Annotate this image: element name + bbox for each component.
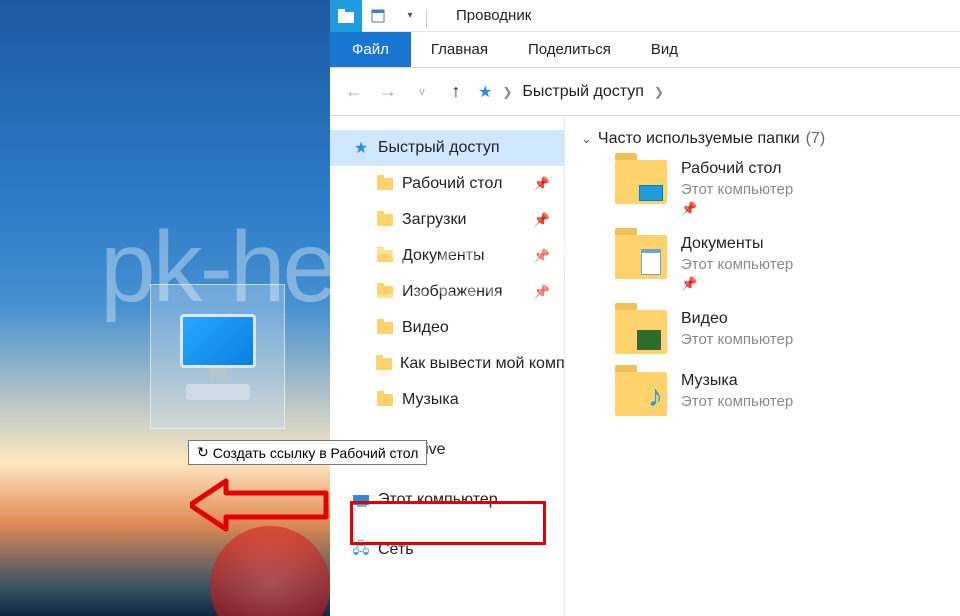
decorative-circle bbox=[210, 526, 330, 616]
star-icon: ★ bbox=[352, 139, 370, 157]
folder-card-videos[interactable]: ВидеоЭтот компьютер bbox=[615, 310, 944, 354]
window-title: Проводник bbox=[456, 7, 531, 24]
nav-back[interactable]: ← bbox=[342, 81, 366, 102]
sidebar-item-music[interactable]: Музыка bbox=[330, 382, 564, 418]
sidebar-item-videos[interactable]: Видео bbox=[330, 310, 564, 346]
pin-icon: 📌 bbox=[534, 284, 550, 300]
folder-icon bbox=[377, 394, 393, 406]
folder-icon: ♪ bbox=[615, 372, 667, 416]
pin-icon: 📌 bbox=[534, 176, 550, 192]
folder-card-desktop[interactable]: Рабочий столЭтот компьютер📌 bbox=[615, 160, 944, 217]
pin-icon: 📌 bbox=[681, 276, 793, 292]
tab-view[interactable]: Вид bbox=[631, 32, 698, 67]
sidebar-item-downloads[interactable]: Загрузки📌 bbox=[330, 202, 564, 238]
folder-icon bbox=[615, 235, 667, 279]
folder-icon bbox=[377, 322, 393, 334]
folder-icon bbox=[377, 286, 393, 298]
pin-icon: 📌 bbox=[534, 212, 550, 228]
breadcrumb-root[interactable]: Быстрый доступ bbox=[522, 83, 644, 101]
folder-icon bbox=[615, 310, 667, 354]
explorer-window: ▾ Проводник Файл Главная Поделиться Вид … bbox=[330, 0, 960, 616]
star-icon: ★ bbox=[478, 82, 492, 102]
drag-tooltip: ↻ Создать ссылку в Рабочий стол bbox=[188, 440, 427, 465]
annotation-arrow bbox=[190, 475, 330, 535]
folder-card-music[interactable]: ♪ МузыкаЭтот компьютер bbox=[615, 372, 944, 416]
nav-recent-dropdown[interactable]: v bbox=[410, 86, 434, 98]
tab-file[interactable]: Файл bbox=[330, 32, 411, 67]
folder-icon bbox=[376, 358, 392, 370]
qat-dropdown[interactable]: ▾ bbox=[394, 0, 426, 32]
titlebar: ▾ Проводник bbox=[330, 0, 960, 32]
folder-icon bbox=[615, 160, 667, 204]
nav-pane: ★ Быстрый доступ Рабочий стол📌 Загрузки📌… bbox=[330, 116, 565, 616]
monitor-icon bbox=[180, 314, 256, 368]
nav-toolbar: ← → v ↑ ★ ❯ Быстрый доступ ❯ bbox=[330, 68, 960, 116]
sidebar-quick-access[interactable]: ★ Быстрый доступ bbox=[330, 130, 564, 166]
tab-share[interactable]: Поделиться bbox=[508, 32, 631, 67]
pc-icon bbox=[353, 495, 369, 505]
qat-properties[interactable] bbox=[362, 0, 394, 32]
pin-icon: 📌 bbox=[534, 248, 550, 264]
nav-forward[interactable]: → bbox=[376, 81, 400, 102]
folder-icon bbox=[377, 178, 393, 190]
folder-icon bbox=[377, 214, 393, 226]
content-pane: ⌄ Часто используемые папки (7) Рабочий с… bbox=[565, 116, 960, 616]
folder-card-documents[interactable]: ДокументыЭтот компьютер📌 bbox=[615, 235, 944, 292]
chevron-right-icon: ❯ bbox=[502, 85, 512, 99]
chevron-down-icon: ⌄ bbox=[581, 131, 592, 147]
group-header[interactable]: ⌄ Часто используемые папки (7) bbox=[581, 130, 944, 148]
sidebar-item-pictures[interactable]: Изображения📌 bbox=[330, 274, 564, 310]
sidebar-item-documents[interactable]: Документы📌 bbox=[330, 238, 564, 274]
ribbon-tabs: Файл Главная Поделиться Вид bbox=[330, 32, 960, 68]
sidebar-item-folder[interactable]: Как вывести мой компьютер bbox=[330, 346, 564, 382]
app-icon[interactable] bbox=[330, 0, 362, 32]
sidebar-this-pc[interactable]: Этот компьютер bbox=[330, 482, 564, 518]
network-icon: 🖧 bbox=[352, 541, 370, 559]
pin-icon: 📌 bbox=[681, 201, 793, 217]
breadcrumb[interactable]: ★ ❯ Быстрый доступ ❯ bbox=[478, 82, 664, 102]
tab-home[interactable]: Главная bbox=[411, 32, 508, 67]
shortcut-icon: ↻ bbox=[197, 444, 209, 461]
sidebar-network[interactable]: 🖧Сеть bbox=[330, 532, 564, 568]
chevron-right-icon: ❯ bbox=[654, 85, 664, 99]
sidebar-item-desktop[interactable]: Рабочий стол📌 bbox=[330, 166, 564, 202]
folder-icon bbox=[377, 250, 393, 262]
nav-up[interactable]: ↑ bbox=[444, 81, 468, 102]
desktop-icon-this-pc[interactable] bbox=[150, 284, 285, 429]
